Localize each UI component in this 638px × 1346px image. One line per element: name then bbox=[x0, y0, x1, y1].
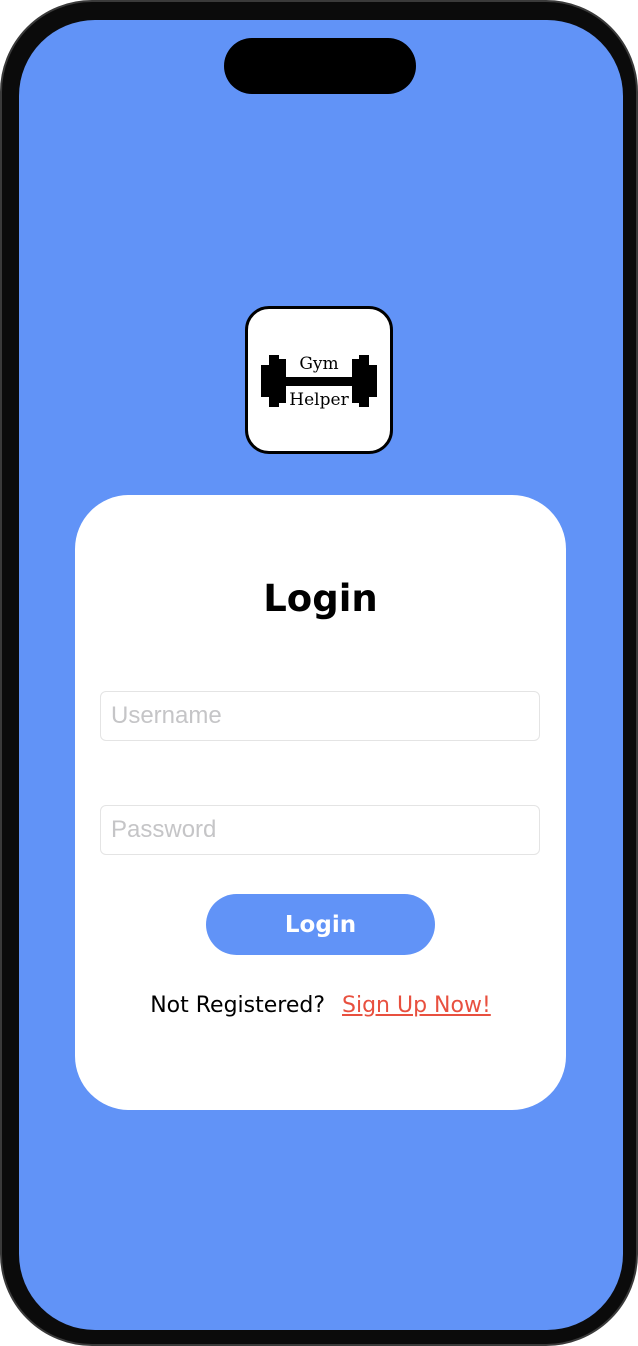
logo-text-helper: Helper bbox=[289, 390, 349, 410]
dumbbell-icon bbox=[261, 355, 377, 407]
username-input[interactable] bbox=[100, 691, 540, 741]
dynamic-island bbox=[224, 38, 416, 94]
app-logo: Gym Helper bbox=[245, 306, 393, 454]
logo-text-gym: Gym bbox=[299, 354, 339, 374]
login-button[interactable]: Login bbox=[206, 894, 435, 955]
phone-frame: Gym Helper Login Login Not Registered? S… bbox=[0, 0, 638, 1346]
not-registered-label: Not Registered? bbox=[150, 993, 326, 1018]
login-title: Login bbox=[263, 577, 378, 620]
login-card: Login Login Not Registered? Sign Up Now! bbox=[75, 495, 566, 1110]
password-input[interactable] bbox=[100, 805, 540, 855]
signup-row: Not Registered? Sign Up Now! bbox=[75, 991, 566, 1021]
app-screen: Gym Helper Login Login Not Registered? S… bbox=[19, 20, 623, 1330]
sign-up-link[interactable]: Sign Up Now! bbox=[342, 993, 491, 1018]
